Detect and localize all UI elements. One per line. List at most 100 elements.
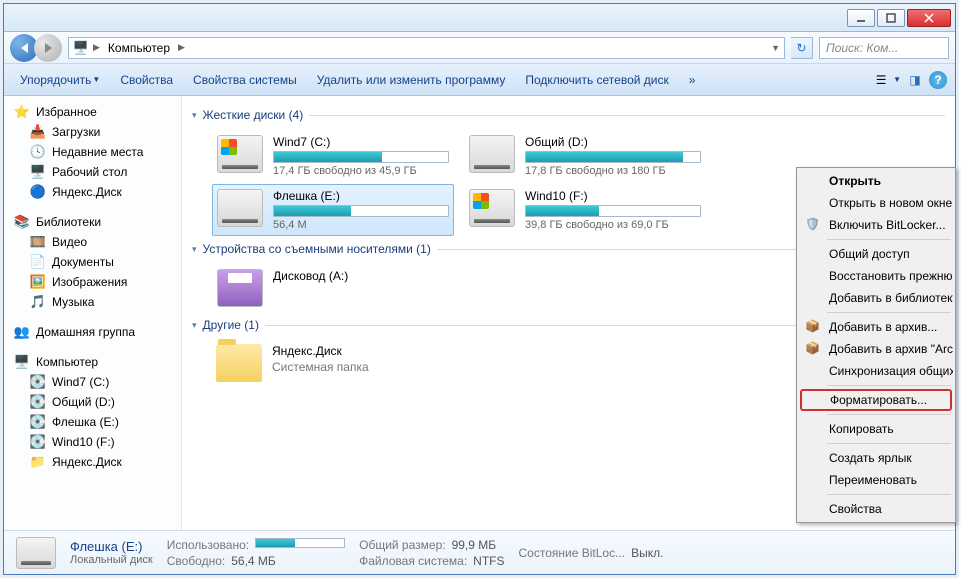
sidebar-item-drive-c[interactable]: 💽Wind7 (C:) bbox=[4, 372, 181, 392]
star-icon: ⭐ bbox=[14, 104, 30, 120]
map-drive-button[interactable]: Подключить сетевой диск bbox=[517, 69, 676, 91]
ctx-copy[interactable]: Копировать bbox=[799, 418, 953, 440]
sidebar-item-desktop[interactable]: 🖥️Рабочий стол bbox=[4, 162, 181, 182]
drive-d[interactable]: Общий (D:)17,8 ГБ свободно из 180 ГБ bbox=[464, 130, 706, 182]
drive-icon bbox=[469, 135, 515, 173]
drive-icon bbox=[217, 189, 263, 227]
desktop-icon: 🖥️ bbox=[30, 164, 46, 180]
ctx-properties[interactable]: Свойства bbox=[799, 498, 953, 520]
sidebar-item-drive-d[interactable]: 💽Общий (D:) bbox=[4, 392, 181, 412]
hdd-group-header[interactable]: ▾Жесткие диски (4) bbox=[192, 108, 945, 122]
refresh-button[interactable]: ↻ bbox=[791, 37, 813, 59]
ctx-sync[interactable]: Синхронизация общих п bbox=[799, 360, 953, 382]
sidebar-item-computer[interactable]: 🖥️Компьютер bbox=[6, 352, 179, 372]
ctx-create-shortcut[interactable]: Создать ярлык bbox=[799, 447, 953, 469]
preview-pane-button[interactable]: ◨ bbox=[905, 70, 925, 90]
selected-drive-name: Флешка (E:) bbox=[70, 539, 153, 554]
sidebar-item-drive-f[interactable]: 💽Wind10 (F:) bbox=[4, 432, 181, 452]
maximize-button[interactable] bbox=[877, 9, 905, 27]
video-icon: 🎞️ bbox=[30, 234, 46, 250]
close-button[interactable] bbox=[907, 9, 951, 27]
libraries-icon: 📚 bbox=[14, 214, 30, 230]
system-properties-button[interactable]: Свойства системы bbox=[185, 69, 305, 91]
ctx-add-archive[interactable]: 📦Добавить в архив... bbox=[799, 316, 953, 338]
ctx-format[interactable]: Форматировать... bbox=[800, 389, 952, 411]
organize-button[interactable]: Упорядочить▼ bbox=[12, 69, 108, 91]
floppy-drive-a[interactable]: Дисковод (A:) bbox=[212, 264, 454, 312]
yadisk-folder[interactable]: Яндекс.ДискСистемная папка bbox=[212, 340, 454, 386]
download-icon: 📥 bbox=[30, 124, 46, 140]
drive-icon: 💽 bbox=[30, 394, 46, 410]
sidebar-item-documents[interactable]: 📄Документы bbox=[4, 252, 181, 272]
properties-button[interactable]: Свойства bbox=[112, 69, 181, 91]
ctx-bitlocker[interactable]: 🛡️Включить BitLocker... bbox=[799, 214, 953, 236]
search-input[interactable]: Поиск: Ком... bbox=[819, 37, 949, 59]
chevron-down-icon: ▼ bbox=[893, 75, 901, 84]
ctx-add-library[interactable]: Добавить в библиотеку bbox=[799, 287, 953, 309]
sidebar-item-recent[interactable]: 🕓Недавние места bbox=[4, 142, 181, 162]
sidebar-item-downloads[interactable]: 📥Загрузки bbox=[4, 122, 181, 142]
drive-c[interactable]: Wind7 (C:)17,4 ГБ свободно из 45,9 ГБ bbox=[212, 130, 454, 182]
sidebar-item-drive-e[interactable]: 💽Флешка (E:) bbox=[4, 412, 181, 432]
ctx-open[interactable]: Открыть bbox=[799, 170, 953, 192]
separator bbox=[827, 239, 951, 240]
breadcrumb-sep-icon: ▶ bbox=[93, 42, 100, 53]
titlebar bbox=[4, 4, 955, 32]
context-menu: Открыть Открыть в новом окне 🛡️Включить … bbox=[796, 167, 956, 523]
collapse-icon: ▾ bbox=[192, 110, 197, 121]
libraries-group[interactable]: 📚Библиотеки bbox=[4, 212, 181, 232]
ctx-restore-previous[interactable]: Восстановить прежнюю bbox=[799, 265, 953, 287]
address-bar[interactable]: 🖥️ ▶ Компьютер ▶ ▼ bbox=[68, 37, 785, 59]
ctx-share[interactable]: Общий доступ bbox=[799, 243, 953, 265]
sidebar-item-images[interactable]: 🖼️Изображения bbox=[4, 272, 181, 292]
separator bbox=[827, 494, 951, 495]
nav-forward-button[interactable] bbox=[34, 34, 62, 62]
drive-f[interactable]: Wind10 (F:)39,8 ГБ свободно из 69,0 ГБ bbox=[464, 184, 706, 236]
separator bbox=[827, 414, 951, 415]
homegroup[interactable]: 👥Домашняя группа bbox=[4, 322, 181, 342]
drive-icon: 💽 bbox=[30, 374, 46, 390]
winrar-icon: 📦 bbox=[805, 341, 821, 357]
minimize-button[interactable] bbox=[847, 9, 875, 27]
docs-icon: 📄 bbox=[30, 254, 46, 270]
usage-bar bbox=[255, 538, 345, 548]
breadcrumb-sep-icon: ▶ bbox=[178, 42, 185, 53]
sidebar-item-music[interactable]: 🎵Музыка bbox=[4, 292, 181, 312]
address-dropdown-icon[interactable]: ▼ bbox=[771, 43, 780, 53]
collapse-icon: ▾ bbox=[192, 320, 197, 331]
explorer-window: 🖥️ ▶ Компьютер ▶ ▼ ↻ Поиск: Ком... Упоря… bbox=[3, 3, 956, 575]
ctx-add-archive-named[interactable]: 📦Добавить в архив "Archiv bbox=[799, 338, 953, 360]
sidebar: ⭐Избранное 📥Загрузки 🕓Недавние места 🖥️Р… bbox=[4, 96, 182, 530]
selected-drive-type: Локальный диск bbox=[70, 554, 153, 566]
view-mode-button[interactable]: ☰ bbox=[871, 70, 891, 90]
homegroup-icon: 👥 bbox=[14, 324, 30, 340]
images-icon: 🖼️ bbox=[30, 274, 46, 290]
breadcrumb-computer[interactable]: Компьютер bbox=[104, 40, 174, 56]
favorites-group[interactable]: ⭐Избранное bbox=[4, 102, 181, 122]
separator bbox=[827, 385, 951, 386]
help-button[interactable]: ? bbox=[929, 71, 947, 89]
toolbar-more-button[interactable]: » bbox=[681, 69, 704, 91]
drive-icon: 💽 bbox=[30, 434, 46, 450]
drive-e[interactable]: Флешка (E:)56,4 М bbox=[212, 184, 454, 236]
separator bbox=[827, 443, 951, 444]
sidebar-item-video[interactable]: 🎞️Видео bbox=[4, 232, 181, 252]
music-icon: 🎵 bbox=[30, 294, 46, 310]
collapse-icon: ▾ bbox=[192, 244, 197, 255]
separator bbox=[827, 312, 951, 313]
sidebar-item-yadisk[interactable]: 🔵Яндекс.Диск bbox=[4, 182, 181, 202]
drive-icon bbox=[217, 135, 263, 173]
details-pane: Флешка (E:) Локальный диск Использовано:… bbox=[4, 530, 955, 574]
address-bar-row: 🖥️ ▶ Компьютер ▶ ▼ ↻ Поиск: Ком... bbox=[4, 32, 955, 64]
drive-icon bbox=[469, 189, 515, 227]
recent-icon: 🕓 bbox=[30, 144, 46, 160]
ctx-rename[interactable]: Переименовать bbox=[799, 469, 953, 491]
yadisk-icon: 🔵 bbox=[30, 184, 46, 200]
sidebar-item-yadisk-folder[interactable]: 📁Яндекс.Диск bbox=[4, 452, 181, 472]
winrar-icon: 📦 bbox=[805, 319, 821, 335]
uninstall-button[interactable]: Удалить или изменить программу bbox=[309, 69, 514, 91]
ctx-open-new-window[interactable]: Открыть в новом окне bbox=[799, 192, 953, 214]
drive-icon bbox=[16, 537, 56, 569]
folder-icon: 📁 bbox=[30, 454, 46, 470]
drive-icon: 💽 bbox=[30, 414, 46, 430]
